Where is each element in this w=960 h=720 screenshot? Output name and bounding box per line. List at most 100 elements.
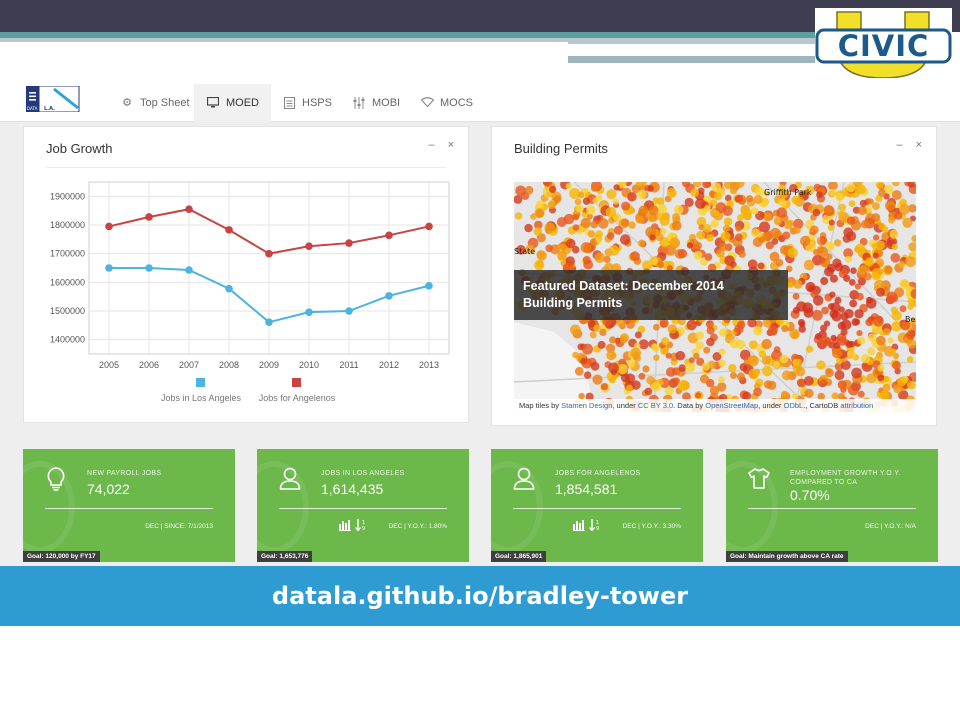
data-point-1 (265, 249, 273, 258)
permit-point (837, 210, 844, 217)
permit-point (677, 379, 689, 391)
attribution-text: Map tiles by (519, 401, 562, 410)
kpi-tile-jobs-in-los-angeles[interactable]: JOBS IN LOS ANGELES 1,614,435 19 DEC | Y… (257, 449, 469, 562)
permit-point (545, 244, 553, 253)
permit-point (570, 324, 581, 336)
permit-point (806, 345, 814, 353)
map-attribution: Map tiles by Stamen Design, under CC BY … (514, 399, 916, 412)
permit-point (887, 337, 894, 344)
permit-point (890, 253, 901, 263)
permit-point (818, 256, 826, 264)
nav-tab-mocs[interactable]: MOCS (408, 84, 485, 122)
permit-point (590, 361, 600, 371)
kpi-tile-employment-growth[interactable]: EMPLOYMENT GROWTH Y.O.Y. COMPARED TO CA … (726, 449, 938, 562)
permit-point (804, 388, 814, 398)
permit-point (830, 334, 837, 342)
cartodb-attribution-link[interactable]: attribution (840, 401, 873, 410)
permit-point (781, 370, 792, 381)
permit-point (882, 383, 891, 392)
permit-point (580, 242, 592, 253)
permit-point (851, 367, 862, 379)
permit-point (695, 341, 704, 350)
panel-controls: – × (418, 139, 454, 151)
permit-point (633, 354, 641, 362)
minimize-icon[interactable]: – (428, 139, 434, 151)
permit-point (684, 197, 694, 207)
permit-point (651, 381, 662, 392)
cc-by-link[interactable]: CC BY 3.0 (638, 401, 673, 410)
data-point-0 (425, 281, 433, 290)
x-tick-label: 2010 (299, 360, 319, 370)
datala-logo[interactable]: DATA L.A. (26, 85, 82, 113)
permit-point (574, 366, 584, 376)
permit-point (890, 306, 898, 314)
permit-point (572, 224, 580, 231)
permit-point (844, 308, 854, 319)
permit-point (827, 303, 835, 310)
dashboard-screenshot: DATA L.A. ⚙ Top Sheet MOED HSPS MOBI MOC… (0, 78, 960, 568)
permit-point (586, 205, 596, 215)
permit-point (657, 260, 664, 268)
permit-point (753, 387, 762, 397)
data-point-0 (385, 292, 393, 300)
permit-point (872, 252, 879, 259)
permit-point (656, 197, 665, 206)
permit-point (891, 190, 902, 200)
svg-text:CIVIC: CIVIC (838, 29, 930, 63)
permit-point (812, 208, 821, 217)
nav-tab-hsps[interactable]: HSPS (270, 84, 344, 122)
permit-point (848, 279, 856, 286)
monitor-icon (206, 96, 220, 109)
permit-point (781, 390, 789, 398)
close-icon[interactable]: × (448, 139, 454, 151)
permit-point (857, 390, 865, 398)
permit-point (892, 182, 900, 187)
permit-point (826, 263, 836, 273)
permits-map[interactable]: Griffith Park State Be Featured Dataset:… (514, 182, 916, 412)
nav-tab-top-sheet[interactable]: ⚙ Top Sheet (108, 84, 202, 122)
permit-point (911, 235, 916, 243)
permit-point (613, 184, 620, 191)
permit-point (653, 354, 660, 361)
nav-tab-moed[interactable]: MOED (194, 84, 271, 122)
permit-point (873, 234, 880, 241)
nav-tab-label: Top Sheet (140, 97, 190, 109)
permit-point (515, 185, 526, 197)
permit-point (857, 206, 867, 216)
minimize-icon[interactable]: – (896, 139, 902, 151)
tile-label: NEW PAYROLL JOBS (87, 470, 162, 477)
permit-point (834, 370, 845, 381)
permit-point (621, 201, 631, 211)
permit-point (832, 348, 842, 359)
permit-point (778, 198, 787, 207)
odbl-link[interactable]: ODbL (784, 401, 804, 410)
osm-link[interactable]: OpenStreetMap (705, 401, 758, 410)
permit-point (820, 379, 827, 386)
y-tick-label: 1600000 (50, 277, 85, 287)
permit-point (847, 350, 856, 359)
tile-label: JOBS FOR ANGELENOS (555, 470, 641, 477)
close-icon[interactable]: × (916, 139, 922, 151)
permit-point (583, 371, 592, 379)
data-point-0 (265, 318, 273, 326)
nav-tab-mobi[interactable]: MOBI (340, 84, 412, 122)
permit-point (803, 259, 815, 271)
banner-line-1: Featured Dataset: December 2014 (523, 279, 724, 293)
permit-point (891, 243, 898, 250)
y-tick-label: 1900000 (50, 191, 85, 201)
permit-point (883, 328, 891, 336)
x-tick-label: 2013 (419, 360, 439, 370)
permit-point (753, 195, 763, 204)
stamen-link[interactable]: Stamen Design (561, 401, 612, 410)
permit-point (829, 188, 837, 197)
tile-meta: DEC | SINCE: 7/1/2013 (145, 523, 213, 530)
permit-point (850, 267, 857, 274)
permit-point (877, 364, 885, 372)
permit-point (638, 339, 649, 350)
permit-point (718, 359, 726, 367)
kpi-tile-jobs-for-angelenos[interactable]: JOBS FOR ANGELENOS 1,854,581 19 DEC | Y.… (491, 449, 703, 562)
url-banner-text[interactable]: datala.github.io/bradley-tower (0, 566, 960, 626)
kpi-tile-new-payroll-jobs[interactable]: NEW PAYROLL JOBS 74,022 DEC | SINCE: 7/1… (23, 449, 235, 562)
permit-point (626, 384, 633, 392)
bar-chart-icon (339, 520, 351, 531)
